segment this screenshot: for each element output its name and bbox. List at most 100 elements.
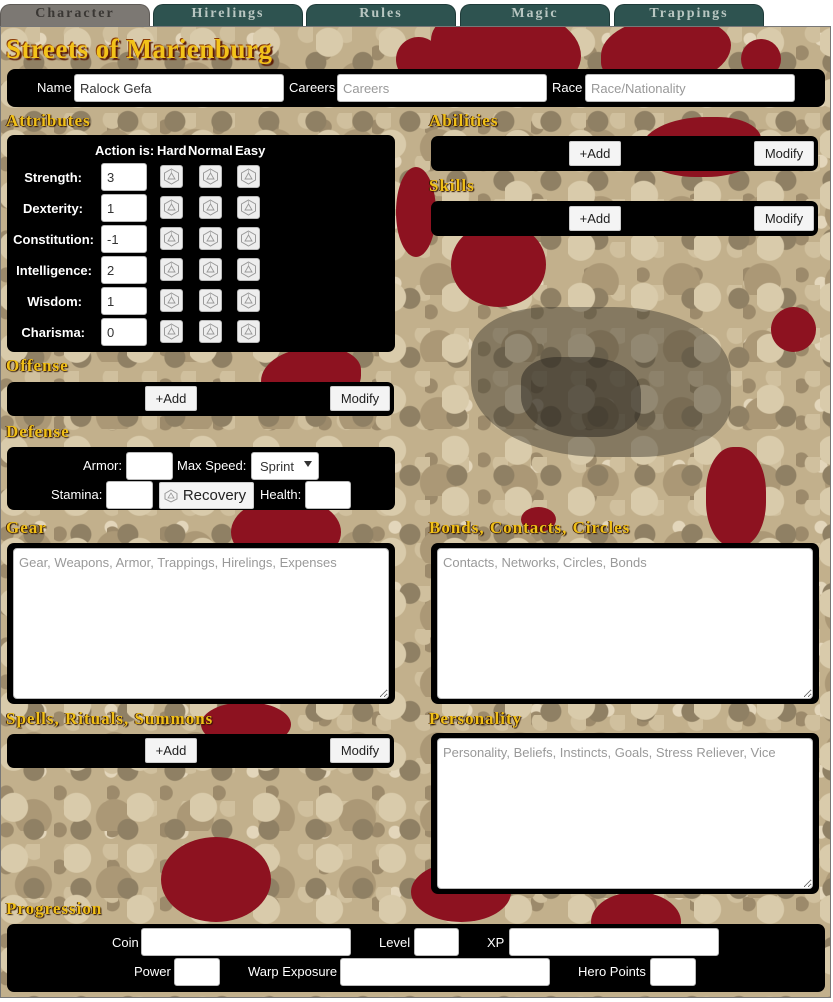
armor-label: Armor: [83,458,122,473]
d20-die-icon [164,323,179,340]
add-ability-button[interactable]: +Add [569,141,621,166]
personality-panel [431,733,819,894]
bonds-heading: Bonds, Contacts, Circles [429,518,631,537]
coin-label: Coin [112,935,139,950]
modify-skills-button[interactable]: Modify [754,206,814,231]
warp-exposure-label: Warp Exposure [248,964,338,979]
health-field[interactable] [305,481,351,509]
d20-die-icon [164,199,179,216]
bonds-panel [431,543,819,704]
modify-spells-button[interactable]: Modify [330,738,390,763]
gear-panel [7,543,395,704]
attribute-value-field[interactable] [101,225,147,253]
roll-normal-button[interactable] [199,289,222,312]
armor-field[interactable] [126,452,173,480]
coin-field[interactable] [141,928,351,956]
page-title: Streets of Marienburg [6,34,273,64]
blood-splatter [771,307,816,352]
roll-normal-button[interactable] [199,320,222,343]
tab-magic[interactable]: Magic [460,4,610,26]
character-sheet: Streets of Marienburg Name Careers Race … [0,26,831,998]
level-field[interactable] [414,928,459,956]
d20-die-icon [241,292,256,309]
attribute-value-field[interactable] [101,318,147,346]
progression-heading: Progression [6,899,103,918]
personality-textarea[interactable] [437,738,813,889]
attributes-panel: Action is: Hard Normal Easy Strength: Dex… [7,135,395,352]
name-label: Name [37,80,72,95]
skills-heading: Skills [429,176,475,195]
stamina-field[interactable] [106,481,153,509]
max-speed-label: Max Speed: [177,458,247,473]
d20-die-icon [203,168,218,185]
roll-easy-button[interactable] [237,165,260,188]
roll-hard-button[interactable] [160,320,183,343]
health-label: Health: [260,487,302,502]
attribute-value-field[interactable] [101,287,147,315]
roll-normal-button[interactable] [199,196,222,219]
d20-die-icon [241,323,256,340]
defense-heading: Defense [6,422,70,441]
roll-normal-button[interactable] [199,227,222,250]
tab-bar: Character Hirelings Rules Magic Trapping… [0,0,833,26]
d20-die-icon [241,199,256,216]
power-label: Power [134,964,171,979]
roll-hard-button[interactable] [160,227,183,250]
gear-textarea[interactable] [13,548,389,699]
modify-offense-button[interactable]: Modify [330,386,390,411]
d20-die-icon [203,323,218,340]
roll-normal-button[interactable] [199,165,222,188]
d20-die-icon [164,261,179,278]
level-label: Level [379,935,411,950]
xp-field[interactable] [509,928,719,956]
careers-label: Careers [289,80,336,95]
d20-die-icon [241,230,256,247]
attribute-value-field[interactable] [101,256,147,284]
race-field[interactable] [585,74,795,102]
race-label: Race [552,80,583,95]
roll-easy-button[interactable] [237,320,260,343]
identity-panel: Name Careers Race [7,69,825,107]
d20-die-icon [203,230,218,247]
warp-exposure-field[interactable] [340,958,550,986]
attribute-label: Constitution: [13,232,94,247]
stone-texture [521,357,641,437]
add-spell-button[interactable]: +Add [145,738,197,763]
d20-die-icon [164,292,179,309]
progression-panel: Coin Level XP Power Warp Exposure Hero P… [7,924,825,992]
bonds-textarea[interactable] [437,548,813,699]
action-label: Action is: [95,143,155,158]
roll-easy-button[interactable] [237,258,260,281]
roll-easy-button[interactable] [237,289,260,312]
tab-character[interactable]: Character [0,4,150,26]
name-field[interactable] [74,74,284,102]
offense-panel: +Add Modify [7,382,394,416]
attribute-label: Wisdom: [27,294,82,309]
hero-points-field[interactable] [650,958,696,986]
tab-trappings[interactable]: Trappings [614,4,764,26]
attributes-heading: Attributes [6,111,91,130]
roll-hard-button[interactable] [160,165,183,188]
roll-easy-button[interactable] [237,227,260,250]
add-skill-button[interactable]: +Add [569,206,621,231]
modify-abilities-button[interactable]: Modify [754,141,814,166]
recovery-button[interactable]: Recovery [159,482,254,509]
careers-field[interactable] [337,74,547,102]
blood-splatter [706,447,766,547]
add-offense-button[interactable]: +Add [145,386,197,411]
roll-hard-button[interactable] [160,196,183,219]
roll-hard-button[interactable] [160,289,183,312]
easy-label: Easy [235,143,266,158]
roll-hard-button[interactable] [160,258,183,281]
attribute-value-field[interactable] [101,163,147,191]
max-speed-select[interactable]: Sprint [251,452,319,480]
normal-label: Normal [188,143,233,158]
power-field[interactable] [174,958,220,986]
tab-hirelings[interactable]: Hirelings [153,4,303,26]
spells-heading: Spells, Rituals, Summons [6,709,214,728]
roll-normal-button[interactable] [199,258,222,281]
tab-rules[interactable]: Rules [306,4,456,26]
d20-die-icon [164,489,178,503]
attribute-value-field[interactable] [101,194,147,222]
roll-easy-button[interactable] [237,196,260,219]
